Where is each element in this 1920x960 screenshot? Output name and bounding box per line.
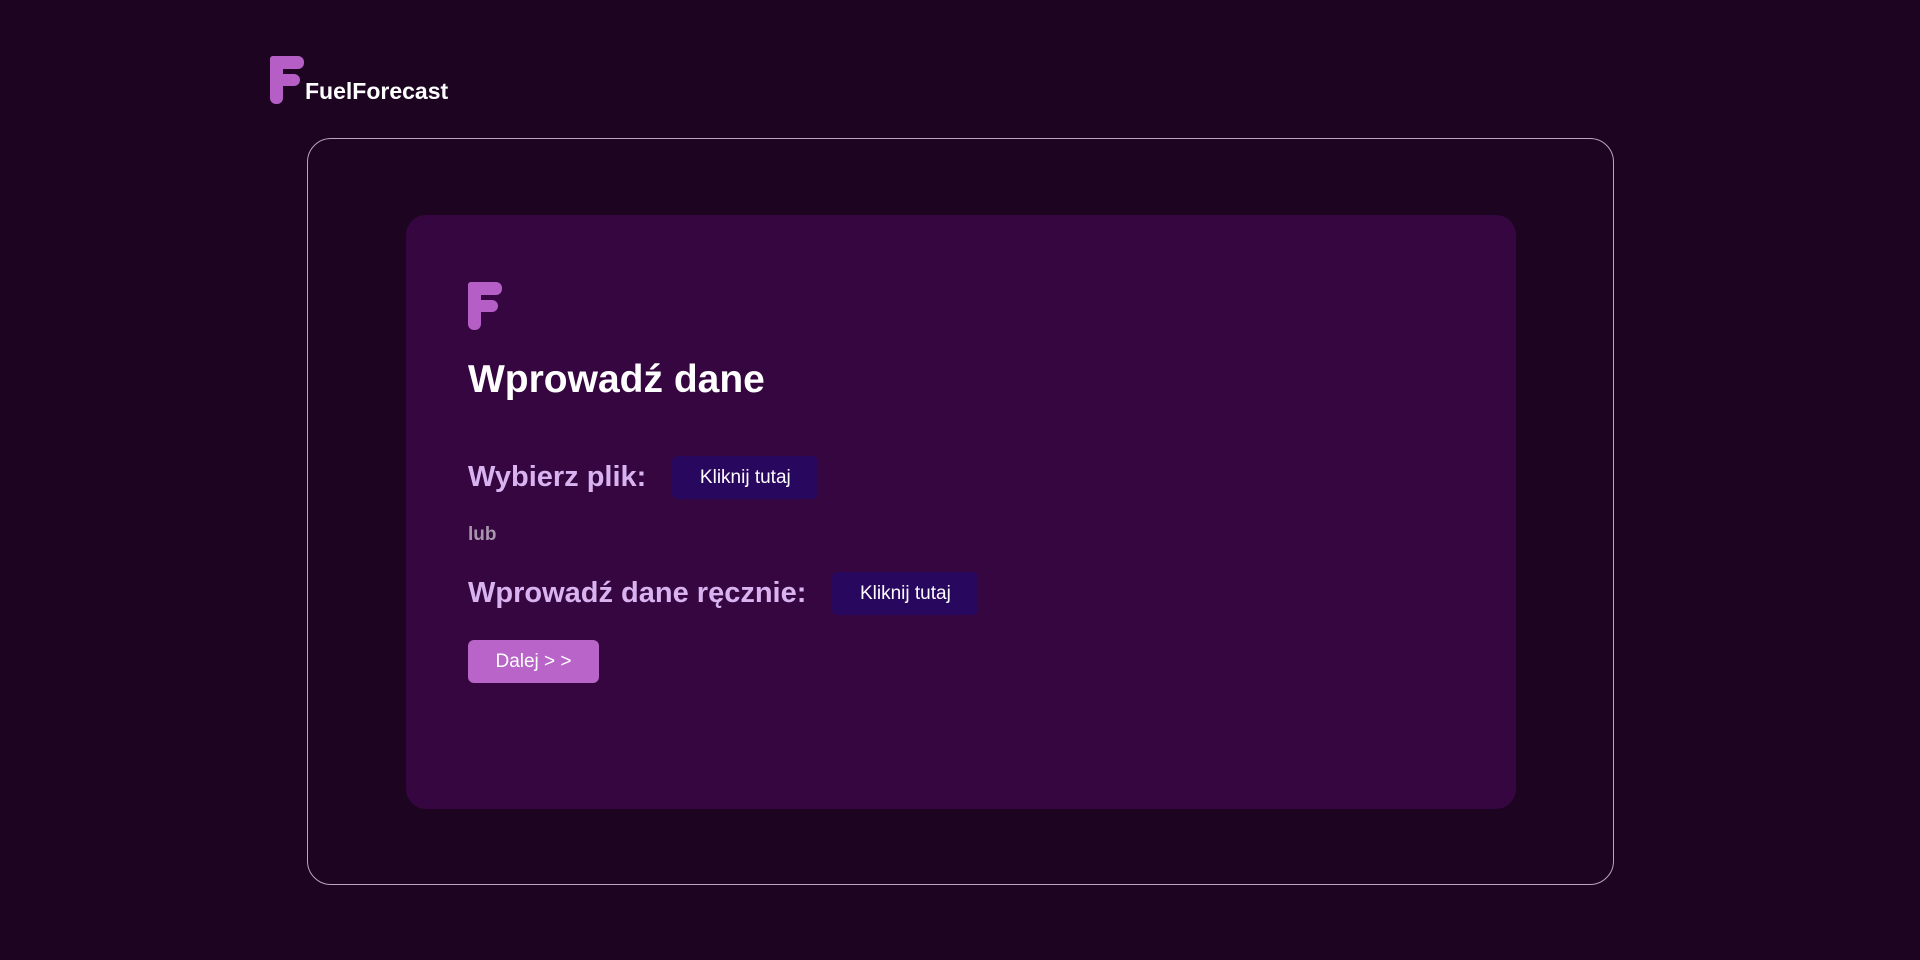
choose-file-button[interactable]: Kliknij tutaj (672, 456, 819, 499)
file-select-row: Wybierz plik: Kliknij tutaj (468, 456, 819, 499)
page-title: Wprowadź dane (468, 358, 765, 401)
manual-entry-button[interactable]: Kliknij tutaj (832, 572, 979, 615)
input-data-card: Wprowadź dane Wybierz plik: Kliknij tuta… (406, 215, 1516, 809)
manual-entry-row: Wprowadź dane ręcznie: Kliknij tutaj (468, 572, 979, 615)
fuelforecast-logo-icon (468, 282, 503, 330)
brand-name: FuelForecast (305, 78, 449, 104)
next-button[interactable]: Dalej > > (468, 640, 599, 683)
manual-entry-label: Wprowadź dane ręcznie: (468, 577, 807, 609)
file-select-label: Wybierz plik: (468, 461, 647, 493)
or-separator: lub (468, 524, 497, 545)
brand-header[interactable]: FuelForecast (270, 54, 448, 104)
fuelforecast-logo-icon (270, 56, 304, 104)
